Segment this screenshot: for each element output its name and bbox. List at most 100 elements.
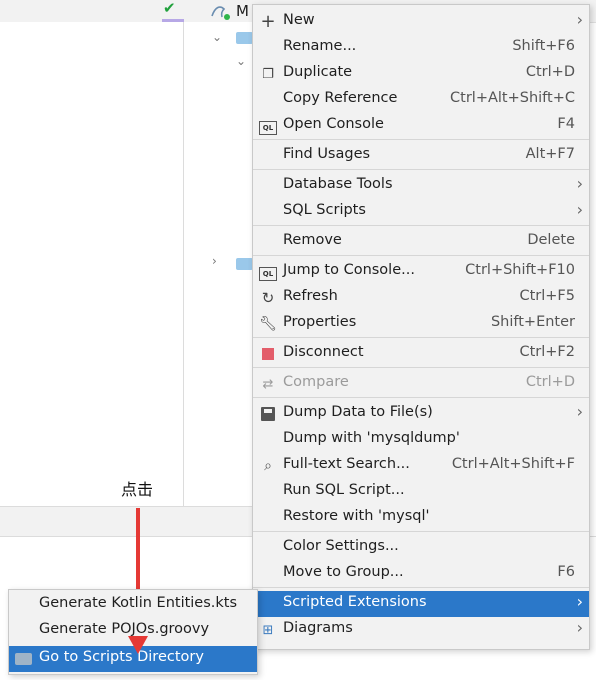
menu-item-shortcut: Ctrl+Shift+F10 xyxy=(465,262,575,278)
menu-separator xyxy=(253,255,589,256)
menu-item-label: SQL Scripts xyxy=(283,202,366,218)
menu-item-label: Database Tools xyxy=(283,176,393,192)
menu-item-dump-with-mysqldump[interactable]: Dump with 'mysqldump' xyxy=(253,427,589,453)
menu-item-shortcut: Shift+F6 xyxy=(512,38,575,54)
menu-item-label: Dump Data to File(s) xyxy=(283,404,433,420)
menu-item-diagrams[interactable]: ⊞ Diagrams › xyxy=(253,617,589,643)
menu-item-label: Scripted Extensions xyxy=(283,594,427,610)
folder-icon xyxy=(236,258,253,270)
menu-item-shortcut: Alt+F7 xyxy=(525,146,575,162)
menu-item-jump-to-console[interactable]: QL Jump to Console... Ctrl+Shift+F10 xyxy=(253,259,589,285)
menu-item-dump-data-to-file-s[interactable]: Dump Data to File(s) › xyxy=(253,401,589,427)
menu-item-duplicate[interactable]: ❐ Duplicate Ctrl+D xyxy=(253,61,589,87)
submenu-item-label: Generate Kotlin Entities.kts xyxy=(39,595,238,611)
chevron-right-icon: › xyxy=(576,618,583,637)
menu-item-label: Duplicate xyxy=(283,64,353,80)
menu-item-shortcut: Ctrl+F5 xyxy=(519,288,575,304)
menu-item-label: Disconnect xyxy=(283,344,364,360)
menu-item-sql-scripts[interactable]: SQL Scripts › xyxy=(253,199,589,225)
menu-item-label: Open Console xyxy=(283,116,384,132)
menu-item-database-tools[interactable]: Database Tools › xyxy=(253,173,589,199)
menu-item-find-usages[interactable]: Find Usages Alt+F7 xyxy=(253,143,589,169)
menu-item-shortcut: Ctrl+Alt+Shift+F xyxy=(451,456,575,472)
menu-separator xyxy=(253,337,589,338)
console-icon: QL xyxy=(259,117,277,135)
menu-item-label: Copy Reference xyxy=(283,90,398,106)
menu-item-label: Jump to Console... xyxy=(283,262,415,278)
database-tree: ⌄ ⌄ › xyxy=(184,22,256,535)
menu-item-label: Properties xyxy=(283,314,357,330)
status-strip xyxy=(0,506,256,537)
chevron-right-icon: › xyxy=(576,402,583,421)
menu-separator xyxy=(253,169,589,170)
menu-item-scripted-extensions[interactable]: Scripted Extensions › xyxy=(253,591,589,617)
menu-item-properties[interactable]: 🔧︎ Properties Shift+Enter xyxy=(253,311,589,337)
duplicate-icon: ❐ xyxy=(262,67,274,82)
menu-item-label: Rename... xyxy=(283,38,357,54)
menu-item-shortcut: F4 xyxy=(557,116,575,132)
menu-separator xyxy=(253,139,589,140)
menu-item-open-console[interactable]: QL Open Console F4 xyxy=(253,113,589,139)
menu-item-label: Remove xyxy=(283,232,342,248)
menu-item-label: Restore with 'mysql' xyxy=(283,508,430,524)
folder-icon xyxy=(236,32,253,44)
menu-separator xyxy=(253,367,589,368)
menu-item-new[interactable]: + New › xyxy=(253,9,589,35)
menu-item-restore-with-mysql[interactable]: Restore with 'mysql' xyxy=(253,505,589,531)
menu-item-shortcut: F6 xyxy=(557,564,575,580)
menu-item-shortcut: Ctrl+F2 xyxy=(519,344,575,360)
menu-item-label: New xyxy=(283,12,315,28)
left-panel xyxy=(0,22,184,506)
save-icon xyxy=(259,405,277,423)
chevron-down-icon[interactable]: ⌄ xyxy=(236,54,246,68)
menu-separator xyxy=(253,531,589,532)
chevron-right-icon: › xyxy=(576,174,583,193)
menu-item-label: Refresh xyxy=(283,288,338,304)
plus-icon: + xyxy=(260,11,276,32)
menu-item-label: Color Settings... xyxy=(283,538,399,554)
chevron-right-icon[interactable]: › xyxy=(212,254,217,268)
console-icon: QL xyxy=(259,263,277,281)
menu-item-shortcut: Ctrl+D xyxy=(525,374,575,390)
annotation-arrow-head xyxy=(128,636,148,654)
menu-separator xyxy=(253,397,589,398)
checkmark-icon: ✔ xyxy=(163,0,176,17)
menu-item-shortcut: Ctrl+D xyxy=(525,64,575,80)
menu-item-label: Full-text Search... xyxy=(283,456,410,472)
menu-item-label: Diagrams xyxy=(283,620,353,636)
menu-item-copy-reference[interactable]: Copy Reference Ctrl+Alt+Shift+C xyxy=(253,87,589,113)
menu-item-label: Find Usages xyxy=(283,146,371,162)
menu-item-label: Move to Group... xyxy=(283,564,404,580)
wrench-icon: 🔧︎ xyxy=(259,316,277,332)
menu-item-compare: ⇄ Compare Ctrl+D xyxy=(253,371,589,397)
menu-item-full-text-search[interactable]: ⌕ Full-text Search... Ctrl+Alt+Shift+F xyxy=(253,453,589,479)
submenu-item-label: Go to Scripts Directory xyxy=(39,649,204,665)
menu-item-refresh[interactable]: ↻ Refresh Ctrl+F5 xyxy=(253,285,589,311)
chevron-right-icon: › xyxy=(576,10,583,29)
mysql-database-icon xyxy=(210,3,230,20)
folder-icon xyxy=(15,653,32,665)
search-icon: ⌕ xyxy=(264,458,272,474)
menu-item-color-settings[interactable]: Color Settings... xyxy=(253,535,589,561)
menu-item-shortcut: Shift+Enter xyxy=(490,314,575,330)
diagram-icon: ⊞ xyxy=(262,623,274,638)
menu-item-label: Dump with 'mysqldump' xyxy=(283,430,460,446)
menu-item-run-sql-script[interactable]: Run SQL Script... xyxy=(253,479,589,505)
menu-separator xyxy=(253,587,589,588)
submenu-item-generate-kotlin-entities-kts[interactable]: Generate Kotlin Entities.kts xyxy=(9,592,257,618)
menu-separator xyxy=(253,225,589,226)
scripted-extensions-submenu: Generate Kotlin Entities.kts Generate POJ… xyxy=(8,589,258,675)
database-name[interactable]: M xyxy=(236,2,249,20)
menu-item-rename[interactable]: Rename... Shift+F6 xyxy=(253,35,589,61)
menu-item-move-to-group[interactable]: Move to Group... F6 xyxy=(253,561,589,587)
refresh-icon: ↻ xyxy=(261,289,275,307)
menu-item-remove[interactable]: Remove Delete xyxy=(253,229,589,255)
menu-item-label: Run SQL Script... xyxy=(283,482,405,498)
context-menu: + New › Rename... Shift+F6 ❐ Duplicate Ctrl+D Co… xyxy=(252,4,590,650)
chevron-right-icon: › xyxy=(576,200,583,219)
menu-item-disconnect[interactable]: Disconnect Ctrl+F2 xyxy=(253,341,589,367)
menu-item-label: Compare xyxy=(283,374,349,390)
connected-indicator xyxy=(224,14,230,20)
chevron-down-icon[interactable]: ⌄ xyxy=(212,30,222,44)
stop-icon xyxy=(259,345,277,363)
